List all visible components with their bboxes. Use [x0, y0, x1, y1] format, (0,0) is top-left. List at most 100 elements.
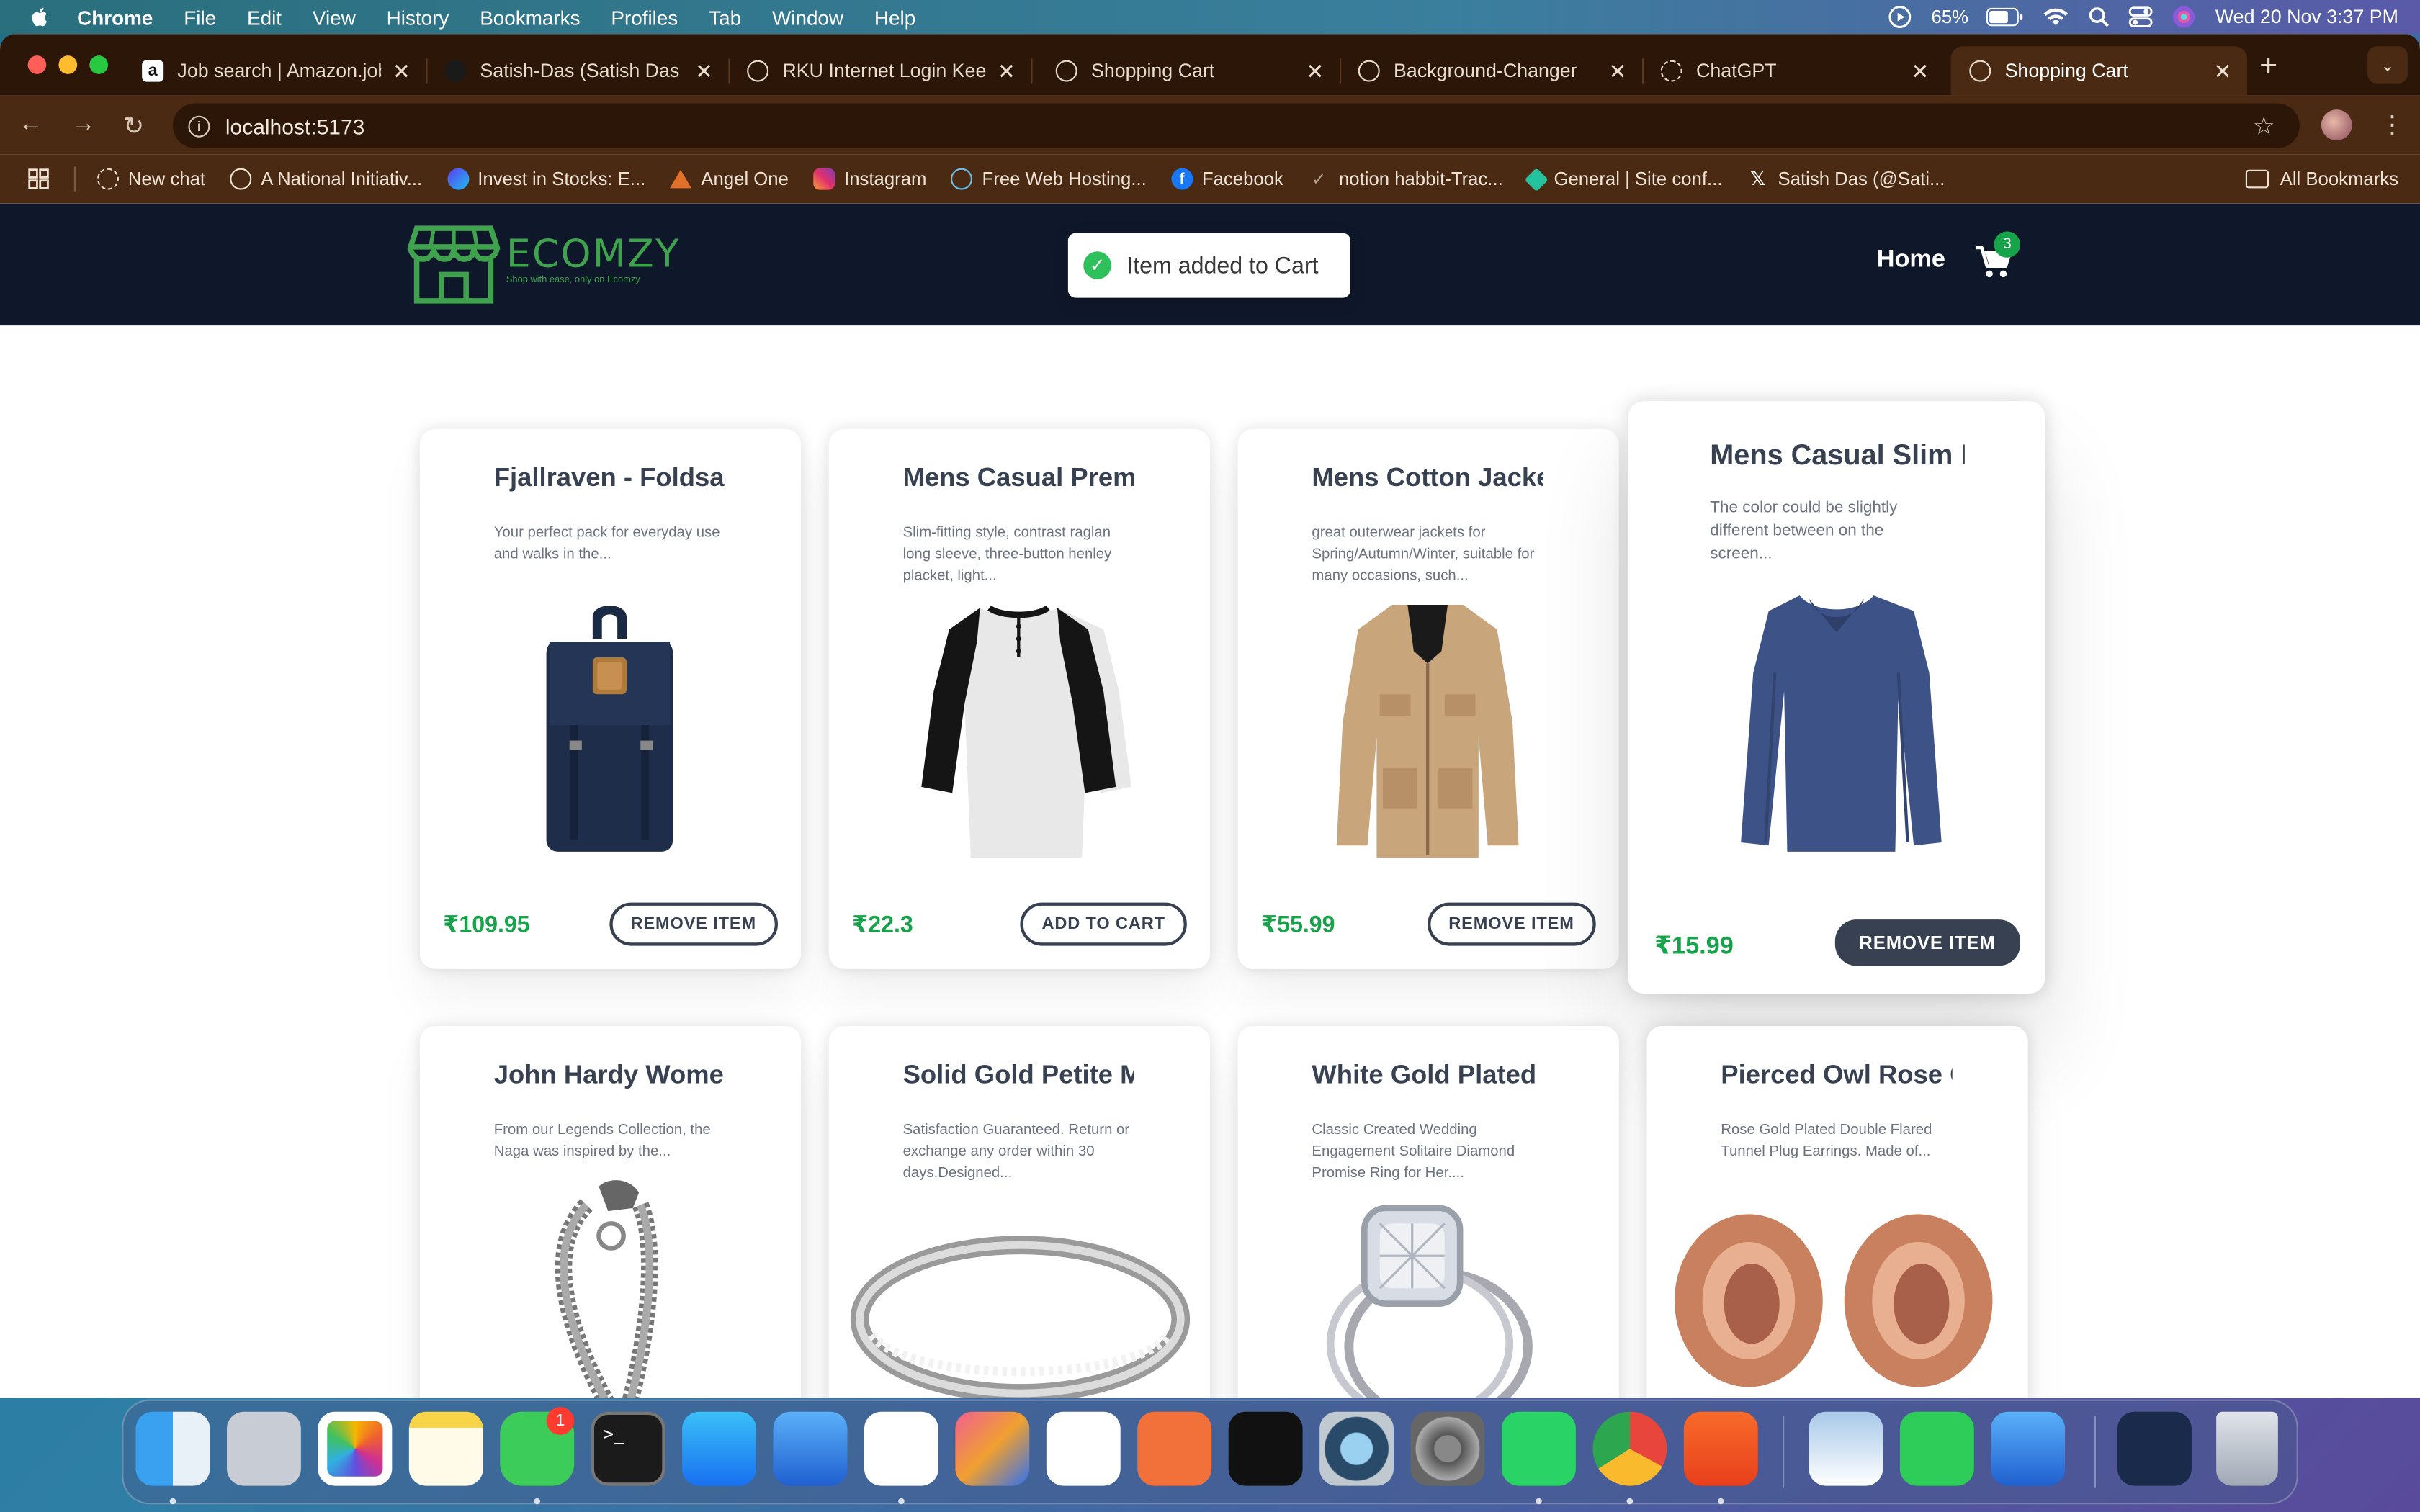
menu-history[interactable]: History — [387, 6, 449, 29]
launchpad-icon[interactable] — [227, 1411, 301, 1486]
appletv-icon[interactable] — [1228, 1411, 1303, 1486]
bookmark-x-profile[interactable]: 𝕏 Satish Das (@Sati... — [1747, 168, 1945, 190]
control-center-icon[interactable] — [2129, 6, 2154, 28]
menu-view[interactable]: View — [313, 6, 356, 29]
tab-chatgpt[interactable]: ChatGPT ✕ — [1642, 46, 1945, 96]
facetime-icon[interactable] — [1899, 1411, 1974, 1486]
tab-shopping-cart-active[interactable]: Shopping Cart ✕ — [1950, 46, 2247, 96]
menu-app-chrome[interactable]: Chrome — [77, 6, 153, 29]
menu-tab[interactable]: Tab — [709, 6, 741, 29]
product-card-hovered[interactable]: Mens Casual Slim Fit The color could be … — [1628, 401, 2045, 994]
bookmark-notion-habit[interactable]: ✓ notion habbit-Trac... — [1308, 168, 1502, 190]
menu-window[interactable]: Window — [772, 6, 843, 29]
nav-home-link[interactable]: Home — [1877, 247, 1945, 275]
folder-icon[interactable] — [2118, 1411, 2192, 1486]
tab-rku-login[interactable]: RKU Internet Login Keeper ✕ — [728, 46, 1033, 96]
xcode-icon[interactable] — [773, 1411, 848, 1486]
product-card[interactable]: Solid Gold Petite Micropave Satisfaction… — [828, 1026, 1210, 1398]
close-window-button[interactable] — [27, 55, 47, 74]
wifi-icon[interactable] — [2043, 6, 2071, 28]
reload-icon[interactable]: ↻ — [123, 111, 144, 142]
menu-file[interactable]: File — [184, 6, 216, 29]
bookmark-angel-one[interactable]: Angel One — [670, 168, 789, 190]
address-text[interactable]: localhost:5173 — [225, 114, 364, 138]
tab-search-chevron-icon[interactable]: ⌄ — [2367, 46, 2408, 84]
remove-item-button[interactable]: REMOVE ITEM — [1834, 919, 2020, 966]
tab-label: Shopping Cart — [1091, 60, 1215, 82]
add-to-cart-button[interactable]: ADD TO CART — [1020, 902, 1187, 946]
play-circle-icon[interactable] — [1888, 4, 1913, 29]
bookmark-instagram[interactable]: Instagram — [813, 168, 926, 190]
product-card[interactable]: Pierced Owl Rose Gold Plated Rose Gold P… — [1646, 1026, 2028, 1398]
close-tab-icon[interactable]: ✕ — [2213, 58, 2231, 84]
remove-item-button[interactable]: REMOVE ITEM — [1427, 902, 1596, 946]
tab-background-changer[interactable]: Background-Changer ✕ — [1340, 46, 1644, 96]
tab-shopping-cart-1[interactable]: Shopping Cart ✕ — [1037, 46, 1342, 96]
product-card[interactable]: White Gold Plated Princess Classic Creat… — [1237, 1026, 1619, 1398]
toast-notification[interactable]: ✓ Item added to Cart — [1067, 233, 1350, 298]
address-bar[interactable]: i localhost:5173 ☆ — [173, 103, 2300, 148]
appstore-icon[interactable] — [682, 1411, 756, 1486]
menu-bookmarks[interactable]: Bookmarks — [480, 6, 580, 29]
menu-profiles[interactable]: Profiles — [611, 6, 678, 29]
trash-icon[interactable] — [2216, 1411, 2278, 1486]
apple-icon[interactable] — [28, 6, 50, 28]
notes-icon[interactable] — [408, 1411, 483, 1486]
rose-gold-plugs-image — [1675, 1214, 1993, 1387]
close-tab-icon[interactable]: ✕ — [695, 58, 713, 84]
settings-icon[interactable] — [1410, 1411, 1485, 1486]
bookmark-star-icon[interactable]: ☆ — [2253, 111, 2275, 142]
close-tab-icon[interactable]: ✕ — [1911, 58, 1929, 84]
all-bookmarks-button[interactable]: All Bookmarks — [2246, 168, 2398, 190]
ecomzy-logo[interactable]: ECOMZY Shop with ease, only on Ecomzy — [407, 222, 679, 306]
bookmark-national-initiative[interactable]: A National Initiativ... — [230, 168, 422, 190]
site-info-icon[interactable]: i — [188, 114, 210, 137]
profile-avatar[interactable] — [2321, 109, 2352, 140]
vscode-icon[interactable] — [864, 1411, 938, 1486]
product-card[interactable]: Fjallraven - Foldsack No. 1 Backpack You… — [419, 428, 802, 969]
bookmark-site-config[interactable]: General | Site conf... — [1524, 166, 1722, 192]
bookmark-facebook[interactable]: f Facebook — [1171, 168, 1283, 190]
brave-icon[interactable] — [1683, 1411, 1758, 1486]
product-description: Classic Created Wedding Engagement Solit… — [1312, 1121, 1515, 1182]
back-arrow-icon[interactable]: ← — [19, 111, 43, 139]
siri-icon[interactable] — [2172, 4, 2197, 29]
close-tab-icon[interactable]: ✕ — [1608, 58, 1626, 84]
product-card[interactable]: John Hardy Women's Legends Naga From our… — [419, 1026, 802, 1398]
intellij-icon[interactable] — [955, 1411, 1030, 1486]
bookmark-invest-stocks[interactable]: Invest in Stocks: E... — [447, 168, 645, 190]
tab-amazon-jobs[interactable]: a Job search | Amazon.jobs ✕ — [123, 46, 428, 96]
search-icon[interactable] — [2089, 6, 2110, 28]
mongodb-icon[interactable] — [1046, 1411, 1121, 1486]
chrome-menu-icon[interactable]: ⋮ — [2380, 109, 2404, 140]
dock-divider — [1783, 1416, 1785, 1488]
battery-icon[interactable] — [1986, 7, 2024, 27]
simulator-icon[interactable] — [1991, 1411, 2066, 1486]
close-tab-icon[interactable]: ✕ — [1306, 58, 1324, 84]
finder-icon[interactable] — [135, 1411, 210, 1486]
bookmark-new-chat[interactable]: New chat — [97, 168, 205, 190]
apps-grid-icon[interactable] — [28, 168, 50, 190]
new-tab-button[interactable]: + — [2259, 50, 2277, 85]
product-card[interactable]: Mens Cotton Jacket great outerwear jacke… — [1237, 428, 1619, 969]
remove-item-button[interactable]: REMOVE ITEM — [609, 902, 778, 946]
postman-icon[interactable] — [1137, 1411, 1212, 1486]
fullscreen-window-button[interactable] — [89, 55, 108, 74]
menu-help[interactable]: Help — [874, 6, 915, 29]
menu-edit[interactable]: Edit — [247, 6, 282, 29]
forward-arrow-icon[interactable]: → — [71, 111, 96, 139]
tab-github-profile[interactable]: Satish-Das (Satish Das ) ✕ — [426, 46, 730, 96]
terminal-icon[interactable]: >_ — [591, 1411, 666, 1486]
whatsapp-icon[interactable] — [1502, 1411, 1576, 1486]
preview-icon[interactable] — [1809, 1411, 1883, 1486]
photos-icon[interactable] — [318, 1411, 393, 1486]
minimize-window-button[interactable] — [58, 55, 78, 74]
product-card[interactable]: Mens Casual Premium Slim Fit T-Shirts Sl… — [828, 428, 1210, 969]
chrome-icon[interactable] — [1592, 1411, 1667, 1486]
quicktime-icon[interactable] — [1319, 1411, 1394, 1486]
menubar-datetime[interactable]: Wed 20 Nov 3:37 PM — [2215, 6, 2398, 28]
close-tab-icon[interactable]: ✕ — [393, 58, 411, 84]
bookmark-free-web-hosting[interactable]: Free Web Hosting... — [951, 168, 1147, 190]
close-tab-icon[interactable]: ✕ — [998, 58, 1016, 84]
stocks-icon — [447, 168, 469, 190]
